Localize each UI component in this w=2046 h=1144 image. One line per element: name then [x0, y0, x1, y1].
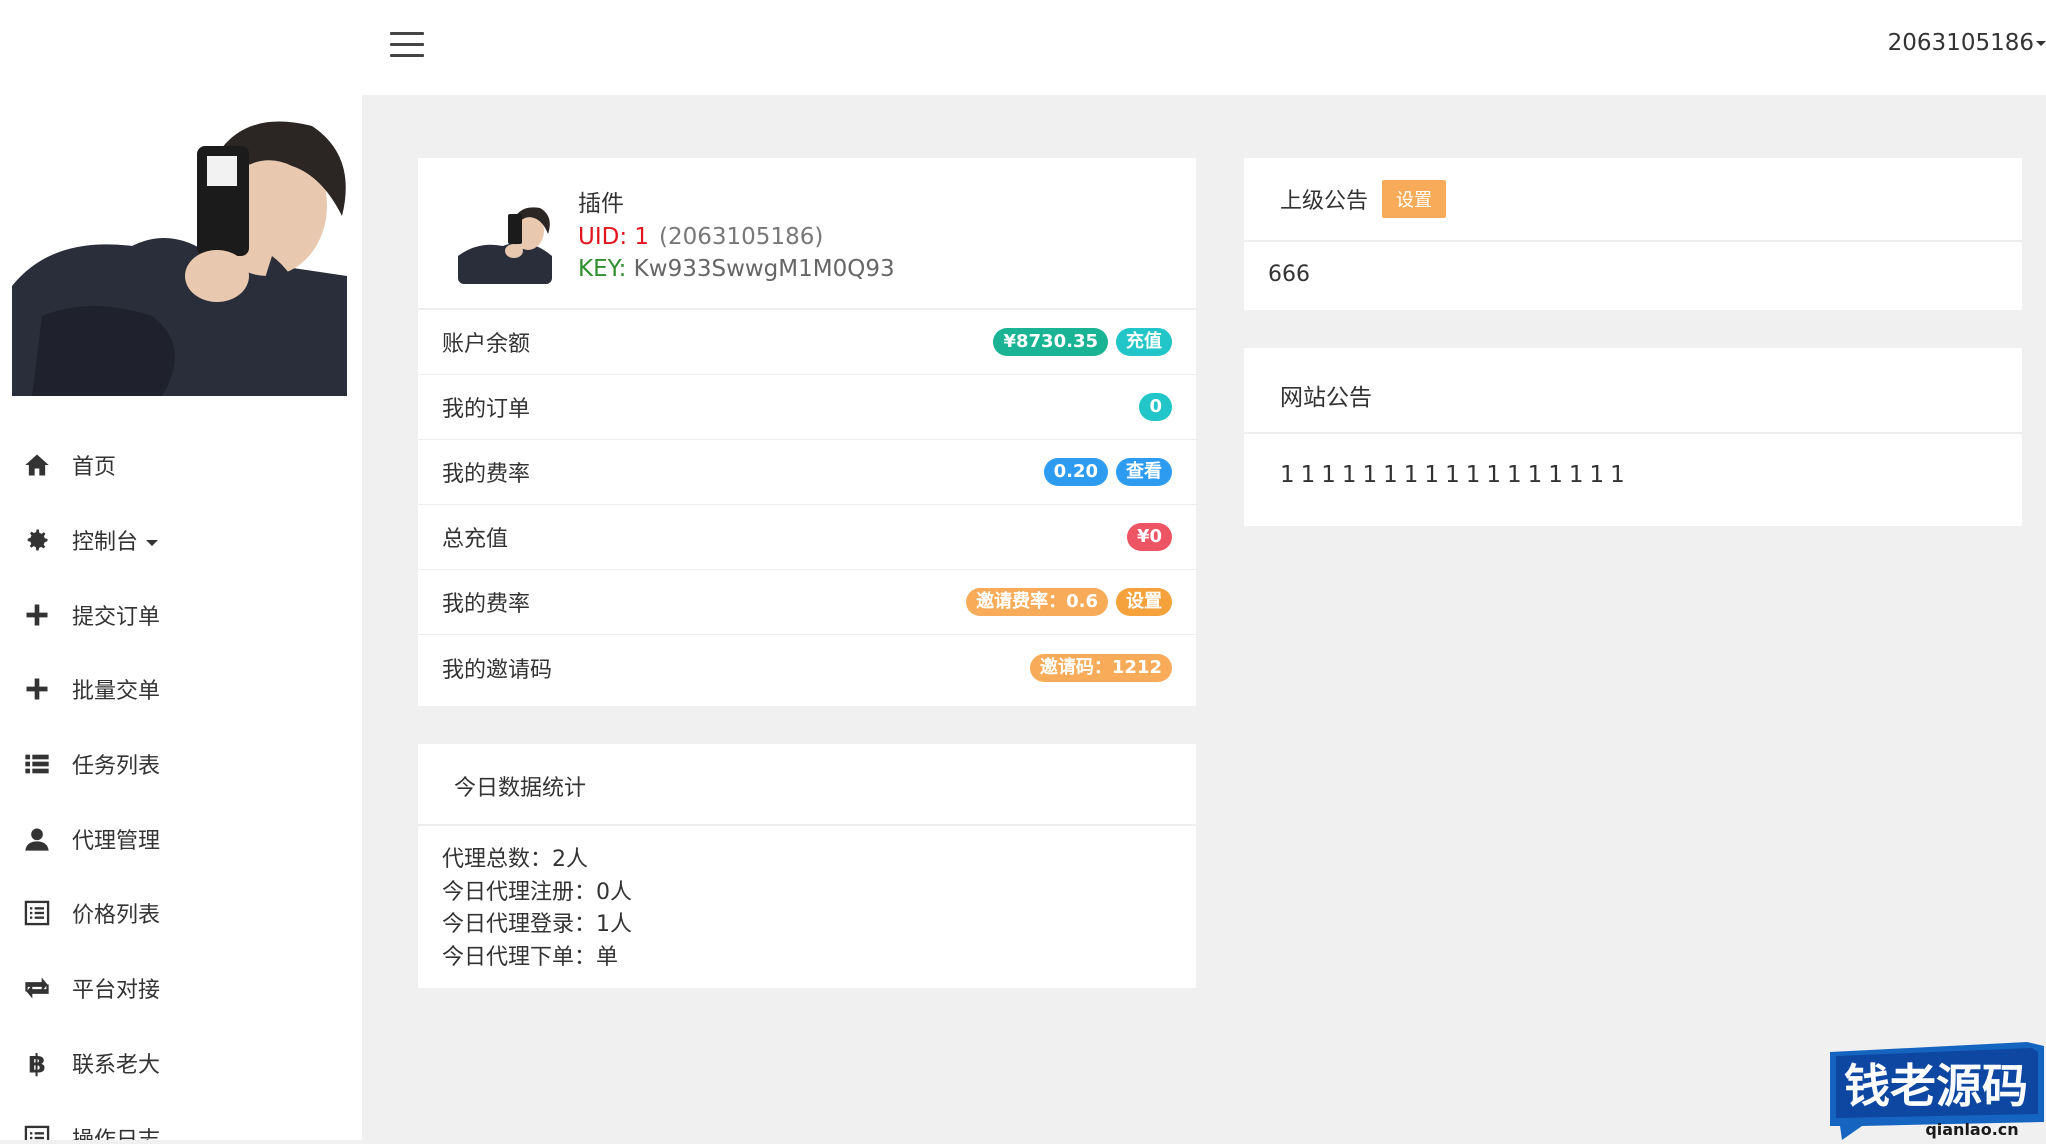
sidebar: 首页 控制台 提交订单 批量交单 任务列表 代理管理 价格列表 平台对接 ฿ 联…	[0, 0, 362, 1140]
sidebar-item-batch-order[interactable]: 批量交单	[0, 652, 362, 727]
parent-notice-card: 上级公告 设置 666	[1244, 158, 2022, 310]
stat-line: 今日代理注册：0人	[442, 879, 632, 905]
row-label: 总充值	[442, 527, 509, 552]
sidebar-item-label: 操作日志	[72, 1122, 160, 1140]
invite-code-badge[interactable]: 邀请码：1212	[1029, 653, 1172, 682]
stats-title: 今日数据统计	[418, 744, 1196, 826]
balance-badge: ¥8730.35	[993, 328, 1108, 356]
watermark-logo: 钱老源码 qianlao.cn	[1822, 1034, 2046, 1140]
caret-down-icon	[2036, 41, 2046, 46]
sidebar-item-label: 平台对接	[72, 978, 161, 1004]
site-notice-content: 11111111111111111	[1280, 462, 1631, 488]
sidebar-item-contact-boss[interactable]: ฿ 联系老大	[0, 1026, 362, 1101]
sidebar-item-label: 控制台	[72, 524, 159, 556]
sidebar-item-label: 首页	[72, 455, 117, 481]
total-recharge-row: 总充值 ¥0	[418, 505, 1196, 570]
list-alt-icon	[22, 1123, 52, 1140]
sidebar-item-operation-log[interactable]: 操作日志	[0, 1100, 362, 1140]
plus-icon	[22, 674, 52, 704]
orders-row: 我的订单 0	[418, 375, 1196, 440]
sidebar-item-price-list[interactable]: 价格列表	[0, 876, 362, 951]
topbar: 2063105186	[362, 0, 2046, 95]
today-stats-card: 今日数据统计 代理总数：2人 今日代理注册：0人 今日代理登录：1人 今日代理下…	[418, 744, 1196, 988]
gear-icon	[22, 525, 52, 555]
sidebar-item-task-list[interactable]: 任务列表	[0, 727, 362, 802]
invite-code-row: 我的邀请码 邀请码：1212	[418, 635, 1196, 700]
parent-notice-content: 666	[1268, 262, 1310, 287]
sidebar-item-label: 提交订单	[72, 604, 161, 630]
sidebar-item-console[interactable]: 控制台	[0, 503, 362, 578]
user-menu[interactable]: 2063105186	[1888, 30, 2046, 56]
stat-line: 今日代理登录：1人	[442, 912, 632, 937]
list-alt-icon	[22, 898, 52, 928]
orders-count-badge: 0	[1139, 393, 1172, 421]
sidebar-item-home[interactable]: 首页	[0, 428, 362, 503]
user-icon	[22, 824, 52, 854]
sidebar-item-agent-management[interactable]: 代理管理	[0, 801, 362, 876]
plus-icon	[22, 600, 52, 630]
list-icon	[22, 749, 52, 779]
svg-text:钱老源码: 钱老源码	[1844, 1059, 2028, 1113]
home-icon	[22, 450, 52, 480]
site-notice-title: 网站公告	[1244, 348, 2022, 434]
recharge-button[interactable]: 充值	[1116, 328, 1172, 356]
row-label: 我的订单	[442, 397, 531, 422]
stat-line: 今日代理下单：单	[442, 944, 619, 970]
sidebar-item-label: 批量交单	[72, 679, 161, 705]
sidebar-item-submit-order[interactable]: 提交订单	[0, 577, 362, 652]
invite-rate-row: 我的费率 邀请费率：0.6 设置	[418, 570, 1196, 635]
sidebar-item-label: 价格列表	[72, 903, 161, 929]
sidebar-item-label: 联系老大	[72, 1052, 161, 1078]
balance-row: 账户余额 ¥8730.35 充值	[418, 310, 1196, 375]
bitcoin-icon: ฿	[22, 1048, 52, 1078]
parent-notice-header: 上级公告 设置	[1244, 158, 2022, 242]
set-notice-button[interactable]: 设置	[1382, 180, 1447, 218]
sidebar-item-label: 任务列表	[72, 754, 161, 780]
view-rate-button[interactable]: 查看	[1116, 458, 1172, 486]
menu-toggle-icon[interactable]	[390, 32, 424, 58]
avatar	[12, 86, 347, 396]
row-label: 我的费率	[442, 462, 531, 487]
rate-row: 我的费率 0.20 查看	[418, 440, 1196, 505]
retweet-icon	[22, 973, 52, 1003]
profile-avatar	[458, 196, 552, 284]
total-recharge-badge: ¥0	[1126, 523, 1172, 551]
invite-rate-badge: 邀请费率：0.6	[966, 588, 1108, 616]
sidebar-nav: 首页 控制台 提交订单 批量交单 任务列表 代理管理 价格列表 平台对接 ฿ 联…	[0, 428, 362, 1140]
sidebar-item-label: 代理管理	[72, 828, 161, 854]
profile-card: 插件 UID: 1 (2063105186) KEY: Kw933SwwgM1M0…	[418, 158, 1196, 706]
rate-badge: 0.20	[1043, 458, 1108, 486]
parent-notice-title: 上级公告	[1280, 189, 1369, 214]
svg-text:qianlao.cn: qianlao.cn	[1925, 1120, 2018, 1139]
profile-header: 插件 UID: 1 (2063105186) KEY: Kw933SwwgM1M0…	[418, 158, 1196, 310]
profile-uid: UID: 1 (2063105186)	[578, 224, 824, 250]
sidebar-item-platform-connect[interactable]: 平台对接	[0, 951, 362, 1026]
row-label: 我的费率	[442, 592, 531, 617]
stat-line: 代理总数：2人	[442, 847, 588, 872]
set-invite-rate-button[interactable]: 设置	[1116, 588, 1172, 616]
profile-name: 插件	[578, 191, 624, 217]
site-notice-card: 网站公告 11111111111111111	[1244, 348, 2022, 526]
svg-text:฿: ฿	[28, 1049, 46, 1077]
row-label: 我的邀请码	[442, 657, 553, 683]
caret-down-icon	[146, 540, 159, 547]
profile-key: KEY: Kw933SwwgM1M0Q93	[578, 256, 895, 282]
row-label: 账户余额	[442, 332, 531, 357]
stats-body: 代理总数：2人 今日代理注册：0人 今日代理登录：1人 今日代理下单：单	[418, 826, 1196, 992]
